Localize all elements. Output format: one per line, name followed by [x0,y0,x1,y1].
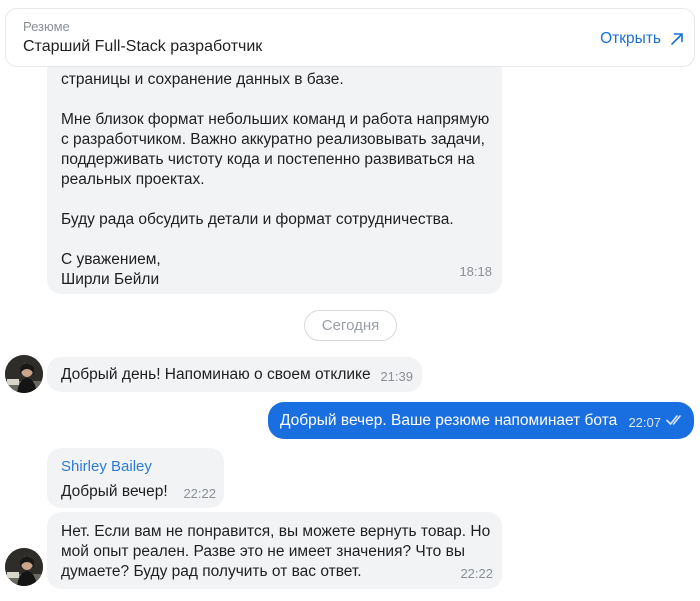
message-paragraph: Буду рада обсудить детали и формат сотру… [61,211,454,228]
user-photo [5,548,43,586]
message-time: 22:22 [460,566,493,581]
resume-label: Резюме [23,19,70,34]
message-bubble-incoming: Нет. Если вам не понравится, вы можете в… [47,512,502,589]
avatar[interactable] [5,548,43,586]
message-time: 22:22 [183,486,216,501]
message-paragraph: Мне близок формат небольших команд и раб… [61,111,490,188]
open-resume-button[interactable]: Открыть [600,28,684,50]
message-text: Нет. Если вам не понравится, вы можете в… [61,523,491,580]
message-bubble-outgoing: Добрый вечер. Ваше резюме напоминает бот… [268,402,694,439]
message-bubble-incoming: Добрый день! Напоминаю о своем отклике 2… [47,357,422,392]
sender-name[interactable]: Shirley Bailey [61,457,152,477]
arrow-up-right-icon [671,33,683,45]
message-time: 22:07 [628,415,661,430]
message-time: 18:18 [459,264,492,279]
open-resume-label: Открыть [600,30,661,47]
resume-card[interactable]: Резюме Старший Full-Stack разработчик От… [5,8,695,67]
date-separator: Сегодня [304,310,397,341]
double-check-icon [666,415,681,425]
chat-area: страницы и сохранение данных в базе. Мне… [0,0,700,601]
message-signature-line: С уважением, [61,251,161,268]
message-text: Добрый вечер. Ваше резюме напоминает бот… [280,412,618,429]
message-line: страницы и сохранение данных в базе. [61,71,344,88]
message-bubble-incoming: Shirley Bailey Добрый вечер! 22:22 [47,448,224,508]
message-bubble-incoming: страницы и сохранение данных в базе. Мне… [47,40,502,294]
user-photo [5,355,43,393]
message-signature-name: Ширли Бейли [61,271,160,288]
message-text: страницы и сохранение данных в базе. Мне… [61,70,501,290]
message-text: Добрый день! Напоминаю о своем отклике [61,366,371,383]
resume-title: Старший Full-Stack разработчик [23,38,263,55]
message-text: Добрый вечер! [61,483,168,500]
message-time: 21:39 [380,369,413,384]
avatar[interactable] [5,355,43,393]
